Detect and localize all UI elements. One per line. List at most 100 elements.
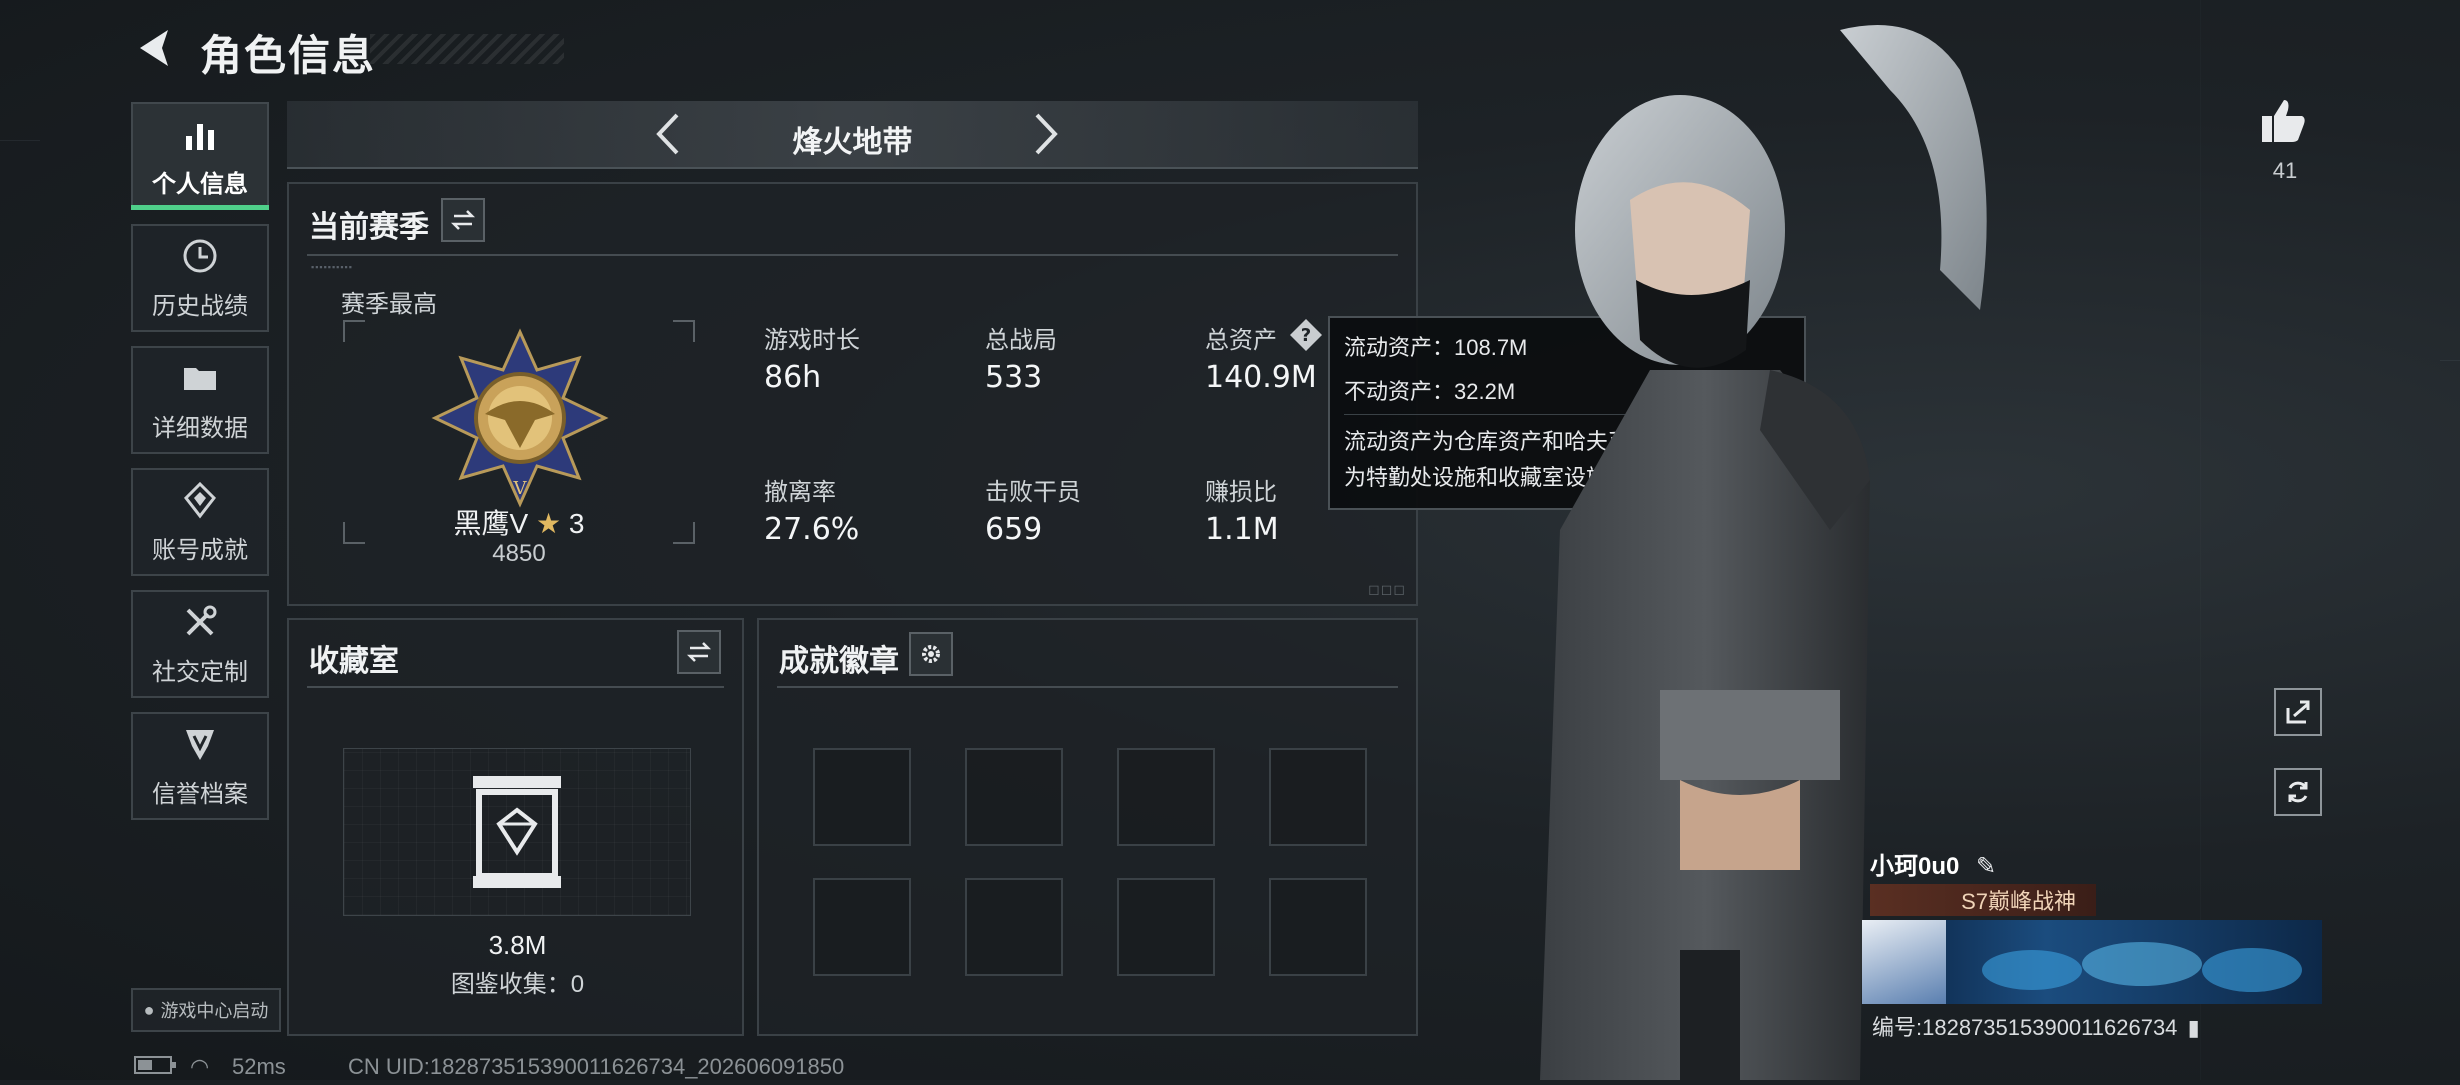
bg-grid-line bbox=[2440, 360, 2460, 361]
collection-showcase-icon bbox=[469, 772, 565, 892]
clock-icon bbox=[183, 239, 217, 272]
swap-icon bbox=[686, 642, 712, 662]
refresh-icon bbox=[2288, 781, 2308, 803]
season-panel: 当前赛季 ▪▪▪▪▪▪▪▪▪▪ 赛季最高 V 黑鹰V ★ 3 4850 游戏时长… bbox=[287, 182, 1418, 606]
sidebar-item-credit[interactable]: 信誉档案 bbox=[131, 712, 269, 820]
badge-settings-button[interactable] bbox=[909, 632, 953, 676]
ping-text: 52ms bbox=[232, 1054, 286, 1079]
sidebar-item-label: 社交定制 bbox=[152, 658, 248, 686]
badge-panel: 成就徽章 bbox=[757, 618, 1418, 1036]
like-count: 41 bbox=[2272, 158, 2298, 183]
switch-season-button[interactable] bbox=[441, 198, 485, 242]
stat-label: 赚损比 bbox=[1205, 479, 1277, 506]
panel-corner-deco: ◻◻◻ bbox=[1368, 581, 1406, 597]
stat-value: 86h bbox=[764, 360, 822, 395]
stat-label: 总资产 bbox=[1205, 327, 1277, 354]
game-center-button[interactable]: ● 游戏中心启动 bbox=[131, 988, 281, 1032]
stat-label: 游戏时长 bbox=[764, 327, 860, 354]
sidebar-item-label: 详细数据 bbox=[152, 414, 248, 442]
sidebar-item-label: 账号成就 bbox=[152, 536, 248, 564]
collection-panel-title: 收藏室 bbox=[309, 645, 399, 678]
edit-icon[interactable]: ✎ bbox=[1976, 853, 1996, 880]
folder-icon bbox=[184, 367, 216, 390]
stat-value: 1.1M bbox=[1205, 512, 1279, 547]
sidebar-item-detailed-data[interactable]: 详细数据 bbox=[131, 346, 269, 454]
help-icon[interactable]: ? bbox=[1289, 318, 1323, 352]
divider bbox=[307, 254, 1398, 256]
rank-emblem-icon: V bbox=[425, 328, 615, 508]
rank-name: 黑鹰V bbox=[453, 508, 529, 539]
badge-slot[interactable] bbox=[1117, 878, 1215, 976]
mode-title: 烽火地带 bbox=[792, 126, 913, 159]
badge-slot[interactable] bbox=[965, 878, 1063, 976]
divider bbox=[307, 686, 724, 688]
title-decoration bbox=[370, 34, 564, 64]
gear-icon bbox=[922, 645, 940, 663]
player-name: 小珂0u0 bbox=[1870, 853, 1960, 880]
player-title-tag: S7巅峰战神 bbox=[1870, 884, 2096, 916]
game-center-label: 游戏中心启动 bbox=[160, 1001, 269, 1021]
collection-value: 3.8M bbox=[488, 930, 547, 960]
chevron-right-icon[interactable] bbox=[1019, 109, 1069, 159]
page-title: 角色信息 bbox=[200, 32, 377, 79]
mode-selector: 烽火地带 bbox=[287, 101, 1418, 169]
stat-label: 总战局 bbox=[985, 327, 1057, 354]
sidebar-item-label: 信誉档案 bbox=[152, 780, 248, 808]
season-panel-title: 当前赛季 bbox=[309, 211, 429, 244]
sidebar-item-label: 个人信息 bbox=[152, 170, 248, 198]
badge-slot[interactable] bbox=[1269, 748, 1367, 846]
stat-label: 撤离率 bbox=[764, 479, 836, 506]
star-icon: ★ bbox=[536, 508, 562, 539]
sidebar-item-history[interactable]: 历史战绩 bbox=[131, 224, 269, 332]
badge-slot[interactable] bbox=[1269, 878, 1367, 976]
battery-icon bbox=[134, 1054, 178, 1082]
tooltip-liquid: 流动资产：108.7M bbox=[1344, 335, 1528, 360]
bar-chart-icon bbox=[186, 123, 214, 150]
game-center-icon: ● bbox=[143, 999, 155, 1020]
rotate-button[interactable] bbox=[2274, 768, 2322, 816]
player-name-row: 小珂0u0 ✎ bbox=[1870, 846, 1996, 881]
shield-icon bbox=[186, 729, 214, 760]
season-best-label: 赛季最高 bbox=[341, 291, 437, 318]
player-uid: 编号:182873515390011626734 bbox=[1872, 1015, 2178, 1040]
svg-text:?: ? bbox=[1301, 325, 1311, 346]
title-tag-text: S7巅峰战神 bbox=[1961, 889, 2076, 914]
chevron-left-icon[interactable] bbox=[645, 109, 695, 159]
achievement-icon bbox=[184, 481, 216, 518]
player-banner[interactable] bbox=[1862, 920, 2322, 1004]
share-button[interactable] bbox=[2274, 688, 2322, 736]
bg-grid-line bbox=[2200, 0, 2201, 1080]
avatar bbox=[1862, 920, 1946, 1004]
badge-slot[interactable] bbox=[1117, 748, 1215, 846]
swap-icon bbox=[450, 210, 476, 230]
badge-slot[interactable] bbox=[813, 878, 911, 976]
share-icon bbox=[2286, 700, 2310, 724]
badge-slot[interactable] bbox=[813, 748, 911, 846]
stat-value: 659 bbox=[985, 512, 1043, 547]
stat-value: 140.9M bbox=[1205, 360, 1317, 395]
wifi-icon: ◠ bbox=[190, 1054, 210, 1079]
tools-icon bbox=[186, 605, 217, 635]
sidebar-item-achievements[interactable]: 账号成就 bbox=[131, 468, 269, 576]
collection-switch-button[interactable] bbox=[677, 630, 721, 674]
sidebar-item-personal-info[interactable]: 个人信息 bbox=[131, 102, 269, 210]
rank-name-row: 黑鹰V ★ 3 bbox=[349, 502, 689, 542]
divider bbox=[777, 686, 1398, 688]
rank-points: 4850 bbox=[492, 540, 546, 567]
stat-label: 击败干员 bbox=[985, 479, 1081, 506]
rank-stars: 3 bbox=[568, 508, 585, 539]
badge-panel-title: 成就徽章 bbox=[779, 645, 899, 678]
copy-icon[interactable]: ▮ bbox=[2188, 1015, 2200, 1040]
panel-deco-text: ▪▪▪▪▪▪▪▪▪▪ bbox=[311, 262, 353, 272]
sidebar-item-label: 历史战绩 bbox=[152, 292, 248, 320]
back-arrow-icon[interactable] bbox=[134, 26, 178, 70]
badge-slot[interactable] bbox=[965, 748, 1063, 846]
stat-value: 533 bbox=[985, 360, 1043, 395]
thumbs-up-icon[interactable] bbox=[2258, 96, 2308, 146]
footer-uid: CN UID:182873515390011626734_20260609185… bbox=[348, 1054, 845, 1079]
collection-catalog: 图鉴收集：0 bbox=[450, 971, 585, 998]
banner-art bbox=[1982, 942, 2302, 992]
collection-panel: 收藏室 3.8M 图鉴收集：0 bbox=[287, 618, 744, 1036]
sidebar-item-social[interactable]: 社交定制 bbox=[131, 590, 269, 698]
svg-text:V: V bbox=[513, 478, 528, 499]
